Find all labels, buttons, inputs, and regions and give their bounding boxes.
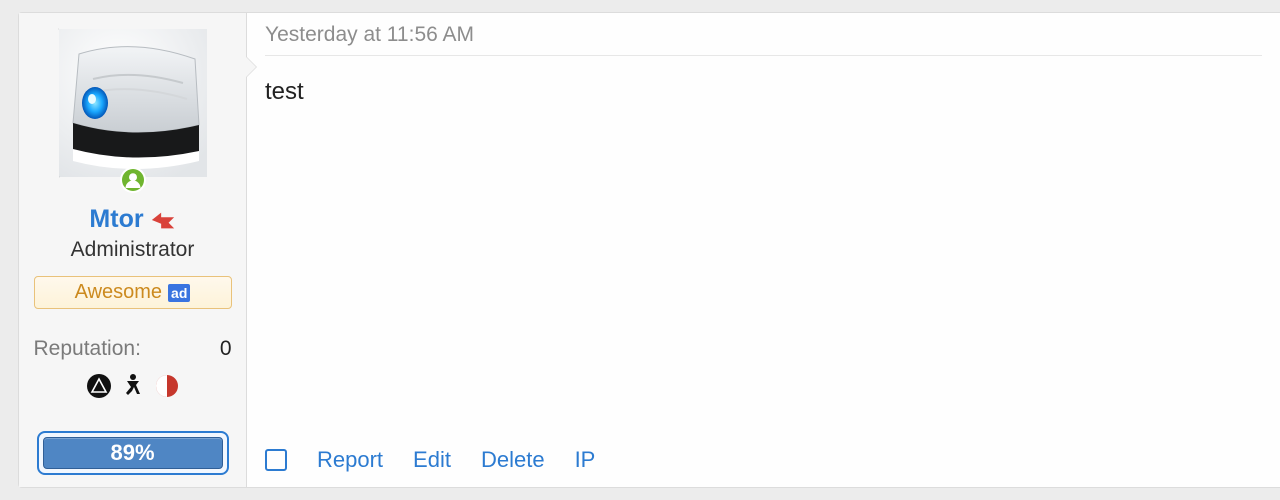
presence-indicator [120, 167, 146, 193]
reputation-label: Reputation: [34, 337, 141, 361]
reputation-value: 0 [220, 337, 232, 361]
avatar[interactable] [59, 29, 207, 177]
post-body: test [265, 56, 1262, 447]
triangle-badge-icon [86, 373, 112, 399]
post-actions: Report Edit Delete IP [265, 447, 1262, 473]
post-main: Yesterday at 11:56 AM test Report Edit D… [247, 13, 1280, 487]
avatar-wrap [59, 29, 207, 177]
ip-link[interactable]: IP [575, 447, 596, 473]
contrast-icon [154, 373, 180, 399]
ad-chip: ad [168, 284, 190, 302]
user-banner: Awesome ad [34, 276, 232, 309]
edit-link[interactable]: Edit [413, 447, 451, 473]
user-flag-icon [150, 210, 176, 230]
reputation-row: Reputation: 0 [34, 337, 232, 361]
delete-link[interactable]: Delete [481, 447, 545, 473]
report-link[interactable]: Report [317, 447, 383, 473]
user-badge-icons [86, 373, 180, 399]
username-link[interactable]: Mtor [89, 205, 143, 234]
select-post-checkbox[interactable] [265, 449, 287, 471]
accessibility-icon [120, 373, 146, 399]
post-timestamp[interactable]: Yesterday at 11:56 AM [265, 23, 1262, 56]
user-sidebar: Mtor Administrator Awesome ad Reputation… [19, 13, 247, 487]
username-row: Mtor [89, 205, 175, 234]
forum-post: Mtor Administrator Awesome ad Reputation… [18, 12, 1280, 488]
progress-bar[interactable]: 89% [37, 431, 229, 475]
progress-value: 89% [43, 437, 223, 469]
user-banner-text: Awesome [75, 281, 162, 304]
user-role: Administrator [71, 238, 195, 262]
pointer-notch [246, 57, 256, 77]
